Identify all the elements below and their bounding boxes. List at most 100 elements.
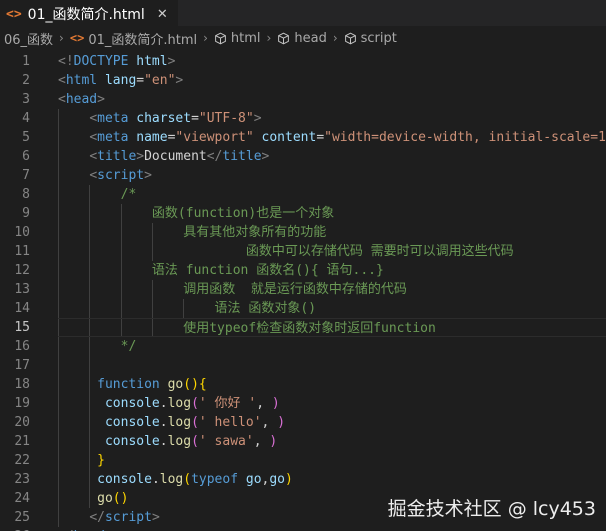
code-line[interactable]: 2 <html lang="en">	[0, 71, 606, 90]
code-token: <	[58, 92, 66, 107]
code-token: </	[89, 510, 105, 525]
code-line[interactable]: 8 /*	[0, 185, 606, 204]
line-number: 9	[22, 206, 30, 221]
code-line-content: <!DOCTYPE html>	[58, 52, 606, 71]
code-line-content: console.log(typeof go,go)	[58, 470, 606, 489]
code-line[interactable]: 26 </head>	[0, 527, 606, 531]
code-token: 函数中可以存储代码 需要时可以调用这些代码	[245, 244, 514, 259]
breadcrumb-file[interactable]: <> 01_函数简介.html	[70, 29, 197, 48]
code-text: console.log(' 你好 ', )	[58, 394, 280, 413]
code-line[interactable]: 19 console.log(' 你好 ', )	[0, 394, 606, 413]
code-token: (	[191, 396, 199, 411]
line-number: 4	[22, 111, 30, 126]
line-number: 14	[14, 301, 30, 316]
code-line[interactable]: 22 }	[0, 451, 606, 470]
code-line-content: <html lang="en">	[58, 71, 606, 90]
breadcrumb-script-label: script	[360, 30, 397, 46]
code-text: function go(){	[58, 375, 207, 394]
code-editor[interactable]: 1 <!DOCTYPE html> 2 <html lang="en"> 3 <head>…	[0, 50, 606, 531]
code-token: charset	[136, 111, 192, 126]
code-token: go	[97, 491, 113, 506]
code-line[interactable]: 23 console.log(typeof go,go)	[0, 470, 606, 489]
code-token: html	[136, 54, 168, 69]
code-line-content: }	[58, 451, 606, 470]
code-line[interactable]: 5 <meta name="viewport" content="width=d…	[0, 128, 606, 147]
chevron-right-icon: ›	[203, 31, 208, 45]
line-number: 23	[14, 472, 30, 487]
code-token: head	[65, 92, 98, 107]
code-line-content: console.log(' hello', )	[58, 413, 606, 432]
code-line[interactable]: 9 函数(function)也是一个对象	[0, 204, 606, 223]
code-token: console	[104, 434, 160, 449]
code-line[interactable]: 3 <head>	[0, 90, 606, 109]
code-token: "viewport"	[175, 130, 254, 145]
code-token: console	[104, 396, 160, 411]
code-line[interactable]: 1 <!DOCTYPE html>	[0, 52, 606, 71]
code-token: /*	[120, 187, 137, 202]
code-token: >	[136, 149, 145, 164]
code-text: }	[58, 451, 105, 470]
breadcrumb: 06_函数 › <> 01_函数简介.html › html › head › …	[0, 26, 606, 50]
code-text: console.log(' hello', )	[58, 413, 285, 432]
code-text: 语法 function 函数名(){ 语句...}	[58, 261, 384, 280]
editor-tab[interactable]: <> 01_函数简介.html ✕	[0, 0, 178, 27]
close-icon[interactable]: ✕	[157, 7, 168, 22]
code-token: </	[206, 149, 223, 164]
code-text: go()	[58, 489, 128, 508]
code-line-content: /*	[58, 185, 606, 204]
breadcrumb-head[interactable]: head	[277, 31, 327, 46]
code-line-content: 具有其他对象所有的功能	[58, 223, 606, 242]
code-text: console.log(typeof go,go)	[58, 470, 293, 489]
code-token: <	[89, 149, 98, 164]
code-text: /*	[58, 185, 137, 204]
code-line[interactable]: 16 */	[0, 337, 606, 356]
line-number: 24	[14, 491, 30, 506]
breadcrumb-folder[interactable]: 06_函数	[4, 29, 53, 48]
breadcrumb-html-label: html	[230, 30, 261, 46]
breadcrumb-html[interactable]: html	[214, 31, 261, 46]
code-line[interactable]: 6 <title>Document</title>	[0, 147, 606, 166]
code-token: "en"	[144, 73, 176, 88]
code-line-content: 语法 function 函数名(){ 语句...}	[58, 261, 606, 280]
code-line[interactable]: 10 具有其他对象所有的功能	[0, 223, 606, 242]
code-token: go	[167, 377, 184, 392]
code-token: >	[253, 111, 262, 126]
code-text: console.log(' sawa', )	[58, 432, 277, 451]
code-line[interactable]: 14 语法 函数对象()	[0, 299, 606, 318]
code-token: meta	[97, 130, 129, 145]
code-line[interactable]: 7 <script>	[0, 166, 606, 185]
code-text: 调用函数 就是运行函数中存储的代码	[58, 280, 407, 299]
code-token: ' hello'	[198, 415, 262, 430]
code-line[interactable]: 4 <meta charset="UTF-8">	[0, 109, 606, 128]
breadcrumb-script[interactable]: script	[344, 31, 397, 46]
code-line[interactable]: 12 语法 function 函数名(){ 语句...}	[0, 261, 606, 280]
code-token: >	[261, 149, 270, 164]
line-number: 19	[14, 396, 30, 411]
code-line[interactable]: 15 使用typeof检查函数对象时返回function	[0, 318, 606, 337]
code-token: 语法 函数对象()	[214, 301, 317, 316]
code-token: */	[120, 339, 137, 354]
code-token: ()	[183, 377, 199, 392]
code-text: <meta charset="UTF-8">	[58, 109, 262, 128]
code-line-content: console.log(' sawa', )	[58, 432, 606, 451]
indent-guide	[58, 356, 59, 375]
code-line[interactable]: 17	[0, 356, 606, 375]
line-number: 1	[22, 54, 30, 69]
code-token: <!	[58, 54, 74, 69]
code-line[interactable]: 11 函数中可以存储代码 需要时可以调用这些代码	[0, 242, 606, 261]
code-line[interactable]: 20 console.log(' hello', )	[0, 413, 606, 432]
code-line[interactable]: 13 调用函数 就是运行函数中存储的代码	[0, 280, 606, 299]
code-token: console	[104, 415, 160, 430]
code-line[interactable]: 18 function go(){	[0, 375, 606, 394]
code-line[interactable]: 21 console.log(' sawa', )	[0, 432, 606, 451]
code-text: */	[58, 337, 137, 356]
